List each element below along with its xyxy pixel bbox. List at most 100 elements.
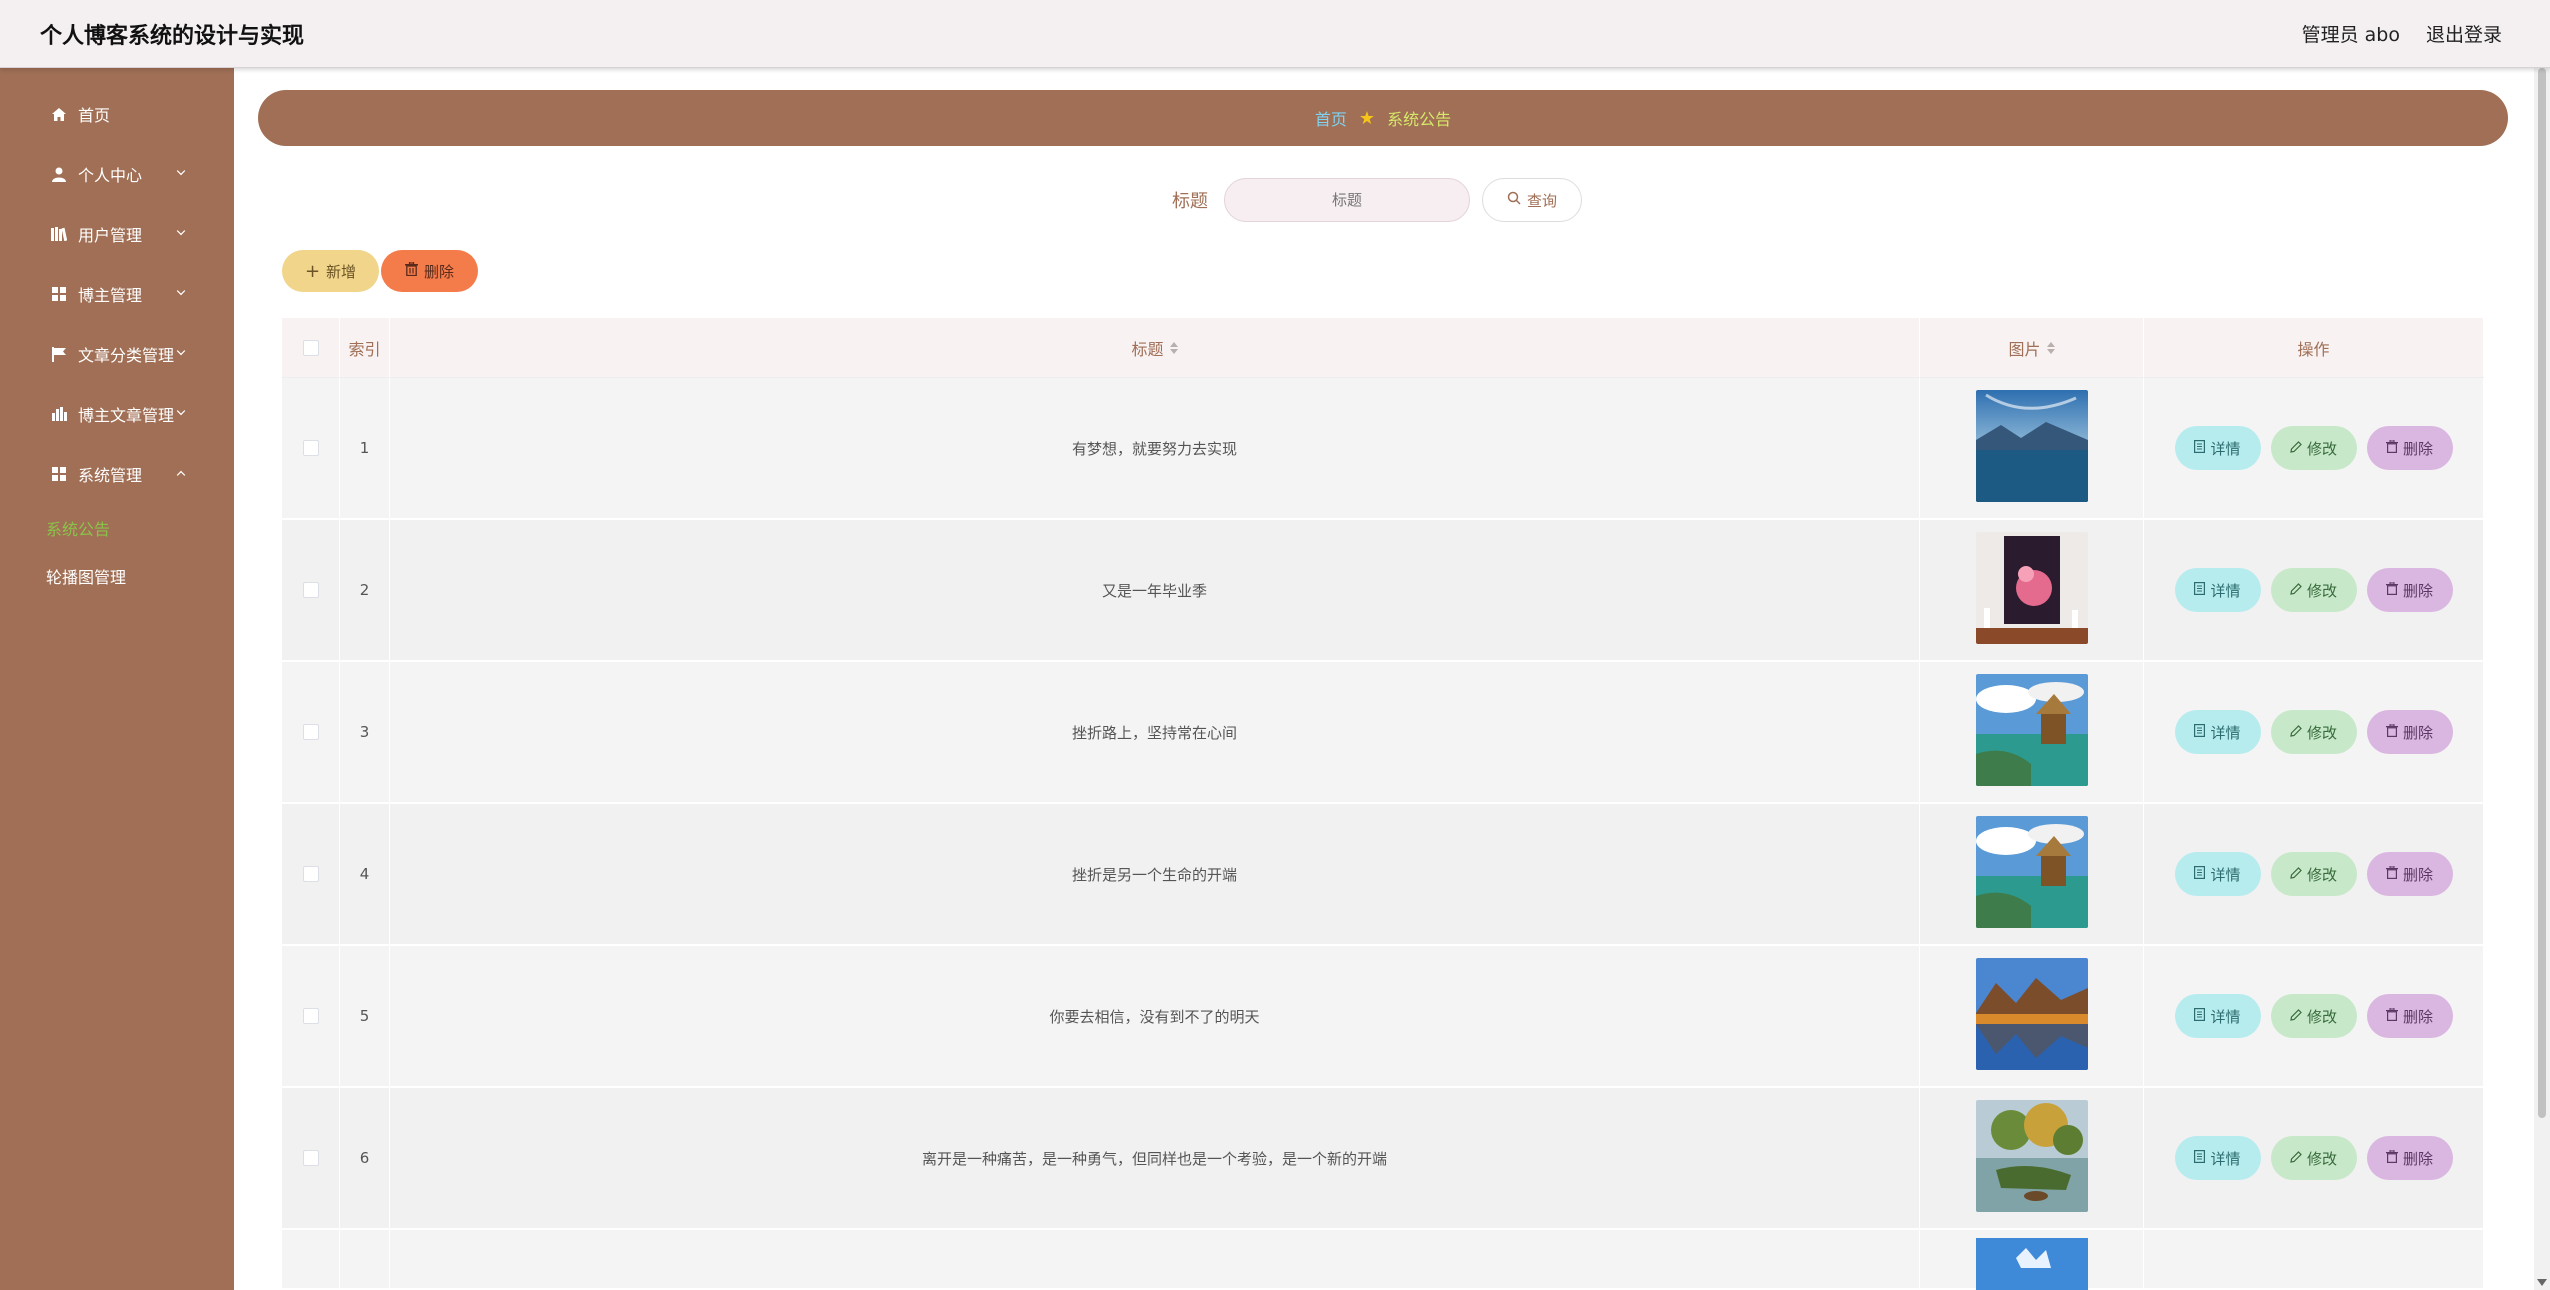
row-delete-button[interactable]: 删除 <box>2366 568 2453 612</box>
row-delete-button-label: 删除 <box>2402 723 2433 742</box>
sort-icon[interactable] <box>1169 341 1178 354</box>
sidebar-item-blogger-management[interactable]: 博主管理 <box>0 264 234 324</box>
row-delete-button[interactable]: 删除 <box>2366 852 2453 896</box>
row-image-cell <box>1920 804 2144 944</box>
top-right-menu: 管理员 abo 退出登录 <box>2302 20 2502 47</box>
header-image[interactable]: 图片 <box>1920 318 2144 377</box>
grid-icon <box>50 286 68 302</box>
row-checkbox[interactable] <box>302 1150 319 1166</box>
row-index: 3 <box>340 662 390 802</box>
scrollbar[interactable] <box>2534 68 2550 1290</box>
detail-button[interactable]: 详情 <box>2174 710 2261 754</box>
row-checkbox[interactable] <box>302 866 319 882</box>
table-row: 3 挫折路上，坚持常在心间 详情 修改 删除 <box>282 662 2484 804</box>
row-delete-button[interactable]: 删除 <box>2366 426 2453 470</box>
sidebar-item-article-category[interactable]: 文章分类管理 <box>0 324 234 384</box>
row-delete-button[interactable]: 删除 <box>2366 710 2453 754</box>
sidebar-item-user-management[interactable]: 用户管理 <box>0 204 234 264</box>
detail-button[interactable]: 详情 <box>2174 426 2261 470</box>
row-image-cell <box>1920 520 2144 660</box>
detail-button[interactable]: 详情 <box>2174 1136 2261 1180</box>
edit-button[interactable]: 修改 <box>2270 1136 2357 1180</box>
row-thumbnail[interactable] <box>1975 1238 2088 1290</box>
user-label[interactable]: 管理员 abo <box>2302 20 2400 47</box>
edit-button[interactable]: 修改 <box>2270 852 2357 896</box>
logout-link[interactable]: 退出登录 <box>2426 20 2502 47</box>
chevron-down-icon <box>176 226 186 236</box>
row-checkbox[interactable] <box>302 582 319 598</box>
trash-icon <box>2385 865 2398 883</box>
detail-button[interactable]: 详情 <box>2174 994 2261 1038</box>
row-index: 6 <box>340 1088 390 1228</box>
breadcrumb-home[interactable]: 首页 <box>1315 106 1347 130</box>
row-ops: 详情 修改 删除 <box>2144 662 2484 802</box>
header-image-label: 图片 <box>2008 339 2041 359</box>
sidebar-item-label: 博主文章管理 <box>78 406 175 425</box>
add-button[interactable]: + 新增 <box>282 250 379 292</box>
row-delete-button-label: 删除 <box>2402 865 2433 884</box>
search-button[interactable]: 查询 <box>1482 178 1582 222</box>
row-image-cell <box>1920 662 2144 802</box>
home-icon <box>50 106 68 122</box>
edit-button-label: 修改 <box>2306 723 2337 742</box>
chevron-down-icon <box>176 166 186 176</box>
table-row-partial <box>282 1230 2484 1290</box>
row-thumbnail[interactable] <box>1975 674 2088 790</box>
row-checkbox-cell <box>282 662 340 802</box>
row-checkbox[interactable] <box>302 440 319 456</box>
delete-button[interactable]: 删除 <box>381 250 478 292</box>
document-icon <box>2194 865 2206 883</box>
search-button-label: 查询 <box>1526 191 1557 210</box>
select-all-checkbox[interactable] <box>302 339 319 356</box>
row-title: 有梦想，就要努力去实现 <box>390 378 1920 518</box>
books-icon <box>50 226 68 242</box>
edit-button[interactable]: 修改 <box>2270 426 2357 470</box>
star-icon: ★ <box>1358 107 1376 129</box>
row-checkbox[interactable] <box>302 1008 319 1024</box>
row-thumbnail[interactable] <box>1975 532 2088 648</box>
sidebar-subitem-announcements[interactable]: 系统公告 <box>0 504 234 552</box>
search-icon <box>1507 191 1521 209</box>
edit-button[interactable]: 修改 <box>2270 994 2357 1038</box>
sidebar-item-label: 用户管理 <box>78 226 143 245</box>
header-ops: 操作 <box>2144 318 2484 377</box>
row-thumbnail[interactable] <box>1975 958 2088 1074</box>
chevron-up-icon <box>176 470 186 480</box>
edit-button[interactable]: 修改 <box>2270 568 2357 612</box>
detail-button-label: 详情 <box>2210 1149 2241 1168</box>
row-checkbox[interactable] <box>302 724 319 740</box>
detail-button[interactable]: 详情 <box>2174 568 2261 612</box>
header-title[interactable]: 标题 <box>390 318 1920 377</box>
row-delete-button-label: 删除 <box>2402 1149 2433 1168</box>
add-button-label: 新增 <box>326 262 357 281</box>
scrollbar-thumb[interactable] <box>2538 68 2546 1118</box>
sidebar-item-home[interactable]: 首页 <box>0 84 234 144</box>
top-bar: 个人博客系统的设计与实现 管理员 abo 退出登录 <box>0 0 2550 68</box>
row-checkbox-cell <box>282 378 340 518</box>
row-title: 你要去相信，没有到不了的明天 <box>390 946 1920 1086</box>
row-title: 挫折路上，坚持常在心间 <box>390 662 1920 802</box>
scroll-down-arrow-icon[interactable] <box>2537 1279 2547 1286</box>
row-index: 5 <box>340 946 390 1086</box>
row-thumbnail[interactable] <box>1975 390 2088 506</box>
row-delete-button[interactable]: 删除 <box>2366 1136 2453 1180</box>
detail-button[interactable]: 详情 <box>2174 852 2261 896</box>
pencil-icon <box>2290 439 2302 457</box>
user-icon <box>50 166 68 182</box>
breadcrumb-current: 系统公告 <box>1387 110 1452 129</box>
pencil-icon <box>2290 581 2302 599</box>
sidebar-item-personal-center[interactable]: 个人中心 <box>0 144 234 204</box>
row-thumbnail[interactable] <box>1975 816 2088 932</box>
row-thumbnail[interactable] <box>1975 1100 2088 1216</box>
row-title: 挫折是另一个生命的开端 <box>390 804 1920 944</box>
row-title <box>390 1230 1920 1288</box>
row-ops: 详情 修改 删除 <box>2144 378 2484 518</box>
sidebar-subitem-carousel[interactable]: 轮播图管理 <box>0 552 234 600</box>
sidebar-item-system-management[interactable]: 系统管理 <box>0 444 234 504</box>
edit-button[interactable]: 修改 <box>2270 710 2357 754</box>
sort-icon[interactable] <box>2046 341 2055 354</box>
pencil-icon <box>2290 1149 2302 1167</box>
sidebar-item-blogger-articles[interactable]: 博主文章管理 <box>0 384 234 444</box>
row-delete-button[interactable]: 删除 <box>2366 994 2453 1038</box>
search-input[interactable] <box>1224 178 1470 222</box>
